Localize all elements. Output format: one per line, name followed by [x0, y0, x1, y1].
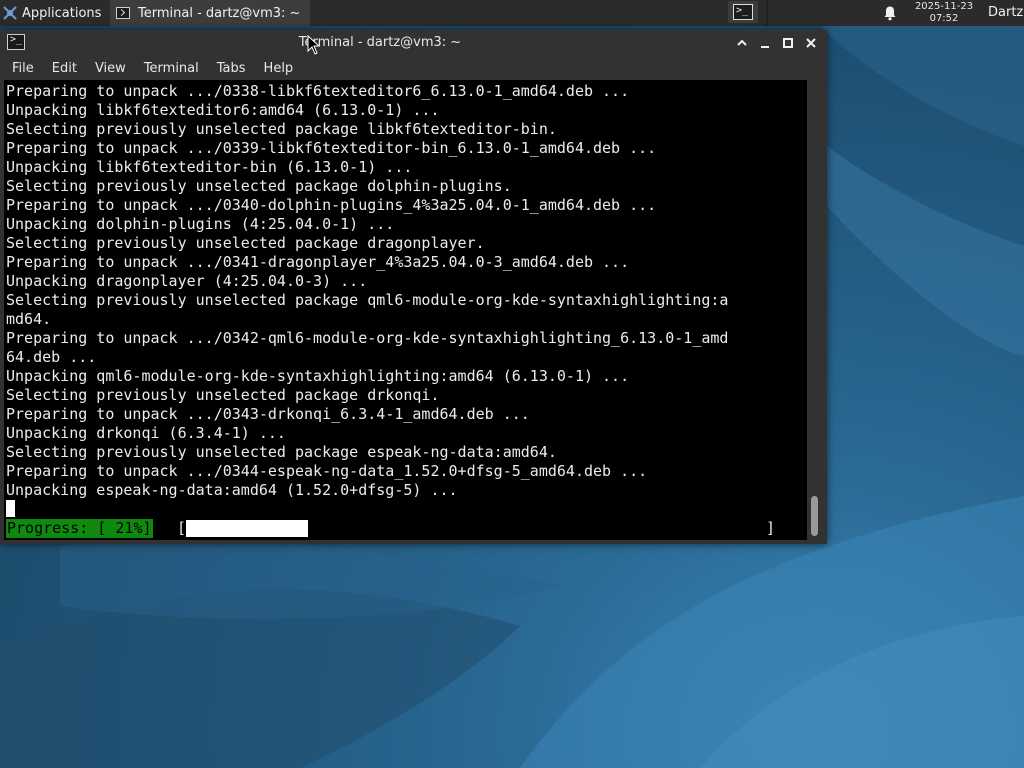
mouse-pointer-icon [307, 35, 321, 55]
top-panel: Applications Terminal - dartz@vm3: ~ >_ … [0, 0, 1024, 26]
taskbar-item-label: Terminal - dartz@vm3: ~ [138, 5, 301, 21]
chevron-up-icon[interactable] [734, 35, 750, 51]
close-icon[interactable] [803, 35, 819, 51]
menu-file[interactable]: File [6, 61, 40, 76]
applications-label: Applications [22, 5, 102, 21]
taskbar-item-terminal[interactable]: Terminal - dartz@vm3: ~ [110, 0, 310, 26]
applications-menu-icon [3, 6, 17, 20]
terminal-line: Preparing to unpack .../0344-espeak-ng-d… [6, 462, 648, 480]
terminal-line: Selecting previously unselected package … [6, 234, 485, 252]
terminal-line: Unpacking dolphin-plugins (4:25.04.0-1) … [6, 215, 395, 233]
terminal-line: Unpacking libkf6texteditor-bin (6.13.0-1… [6, 158, 413, 176]
terminal-scrollbar[interactable] [807, 80, 823, 540]
terminal-line: Selecting previously unselected package … [6, 291, 729, 309]
terminal-line: Unpacking qml6-module-org-kde-syntaxhigh… [6, 367, 630, 385]
clock-time: 07:52 [929, 13, 959, 24]
menu-edit[interactable]: Edit [46, 61, 83, 76]
terminal-output[interactable]: Preparing to unpack .../0338-libkf6texte… [4, 80, 807, 540]
terminal-line: Unpacking dragonplayer (4:25.04.0-3) ... [6, 272, 368, 290]
progress-bar-fill [186, 520, 308, 537]
terminal-line: Selecting previously unselected package … [6, 120, 557, 138]
clock[interactable]: 2025-11-23 07:52 [906, 0, 982, 27]
terminal-line: Unpacking drkonqi (6.3.4-1) ... [6, 424, 286, 442]
progress-label: Progress: [ 21%] [6, 519, 153, 538]
terminal-window: >_ Terminal - dartz@vm3: ~ File Edit Vie… [0, 30, 827, 544]
minimize-icon[interactable] [757, 35, 773, 51]
window-titlebar[interactable]: >_ Terminal - dartz@vm3: ~ [0, 30, 827, 56]
progress-bar-close: ] [766, 519, 776, 537]
terminal-line: Preparing to unpack .../0341-dragonplaye… [6, 253, 630, 271]
applications-menu-button[interactable]: Applications [0, 0, 101, 26]
terminal-line: Preparing to unpack .../0342-qml6-module… [6, 329, 729, 347]
terminal-line: Unpacking libkf6texteditor6:amd64 (6.13.… [6, 101, 440, 119]
scrollbar-thumb[interactable] [811, 496, 818, 536]
window-title: Terminal - dartz@vm3: ~ [298, 35, 462, 50]
terminal-line: md64. [6, 310, 52, 328]
terminal-line: Selecting previously unselected package … [6, 177, 512, 195]
menu-terminal[interactable]: Terminal [138, 61, 205, 76]
panel-separator [766, 0, 768, 26]
terminal-launcher-button[interactable]: >_ [728, 1, 758, 23]
terminal-icon [116, 7, 130, 19]
terminal-line: Unpacking espeak-ng-data:amd64 (1.52.0+d… [6, 481, 458, 499]
terminal-icon: >_ [733, 4, 753, 20]
terminal-line: Preparing to unpack .../0339-libkf6texte… [6, 139, 657, 157]
maximize-icon[interactable] [780, 35, 796, 51]
menu-help[interactable]: Help [258, 61, 300, 76]
terminal-line: Preparing to unpack .../0340-dolphin-plu… [6, 196, 657, 214]
menu-view[interactable]: View [89, 61, 132, 76]
terminal-line: Preparing to unpack .../0338-libkf6texte… [6, 82, 630, 100]
text-cursor [6, 500, 15, 517]
menu-tabs[interactable]: Tabs [211, 61, 252, 76]
clock-date: 2025-11-23 [914, 1, 974, 12]
terminal-line: Selecting previously unselected package … [6, 386, 440, 404]
terminal-line: Selecting previously unselected package … [6, 443, 557, 461]
menu-bar: File Edit View Terminal Tabs Help [0, 56, 827, 80]
terminal-line: Preparing to unpack .../0343-drkonqi_6.3… [6, 405, 530, 423]
terminal-line: 64.deb ... [6, 348, 97, 366]
bell-icon[interactable] [882, 5, 898, 21]
progress-bar-open: [ [177, 519, 187, 537]
user-menu[interactable]: Dartz [988, 0, 1023, 26]
terminal-lines: Preparing to unpack .../0338-libkf6texte… [6, 82, 728, 500]
